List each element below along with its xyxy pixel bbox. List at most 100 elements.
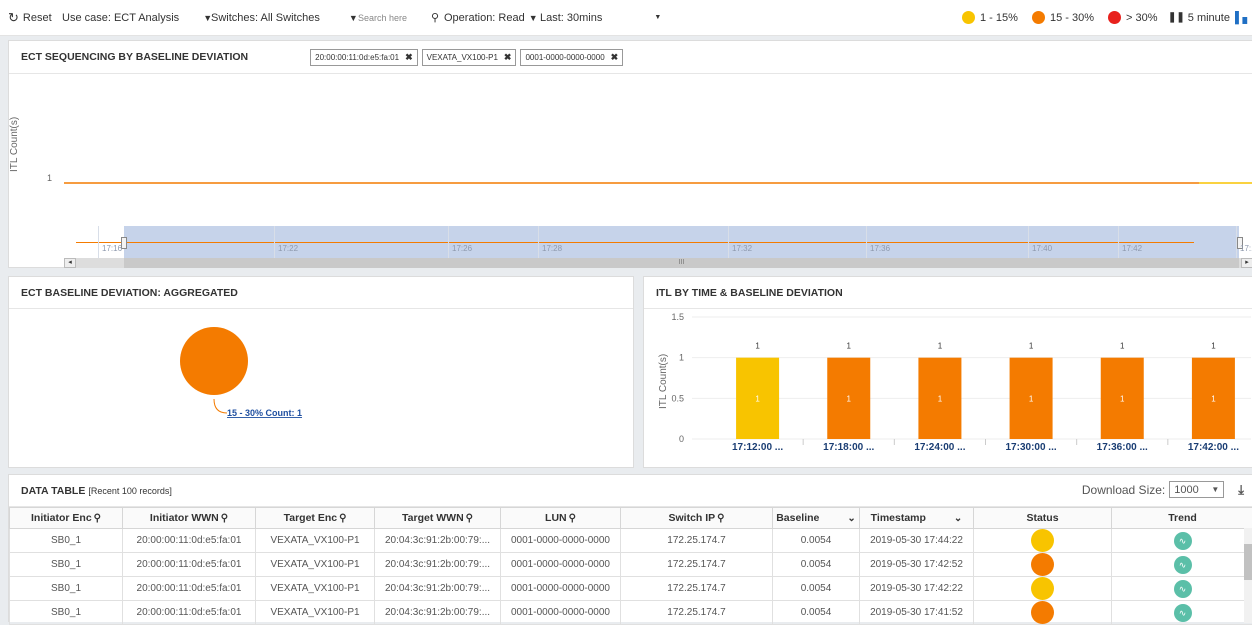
table-cell: 20:04:3c:91:2b:00:79:... <box>375 601 501 625</box>
table-cell: VEXATA_VX100-P1 <box>256 577 375 601</box>
navigator-scrollbar[interactable]: ◂ III ▸ <box>64 258 1252 268</box>
status-cell <box>974 529 1112 553</box>
column-header-label: Target WWN <box>402 512 464 524</box>
filter-chip-lun[interactable]: 0001-0000-0000-0000✖ <box>520 49 623 66</box>
scroll-right-arrow[interactable]: ▸ <box>1241 258 1252 268</box>
refresh-icon: ↻ <box>8 10 19 26</box>
column-header-label: Target Enc <box>284 512 337 524</box>
navigator-tick-label: 17:40 <box>1032 244 1052 253</box>
table-cell: SB0_1 <box>10 553 123 577</box>
table-cell: 20:00:00:11:0d:e5:fa:01 <box>123 553 256 577</box>
bubble-label[interactable]: 15 - 30% Count: 1 <box>227 408 302 418</box>
close-icon[interactable]: ✖ <box>504 52 512 63</box>
itl-ylabel: ITL Count(s) <box>658 354 669 409</box>
filter-chip-target[interactable]: VEXATA_VX100-P1✖ <box>422 49 517 66</box>
navigator-tick-label: 17:36 <box>870 244 890 253</box>
table-row[interactable]: SB0_120:00:00:11:0d:e5:fa:01VEXATA_VX100… <box>10 553 1252 577</box>
navigator-tick-label: 17:26 <box>452 244 472 253</box>
column-header[interactable]: Baseline ⌄ <box>773 508 860 529</box>
top-toolbar: ↻ Reset Use case: ECT Analysis ▼ Switche… <box>0 0 1252 36</box>
column-header-label: Switch IP <box>668 512 715 524</box>
navigator-grid-line <box>1236 226 1237 258</box>
sequencing-title: ECT SEQUENCING BY BASELINE DEVIATION <box>21 51 248 63</box>
itl-category-label: 17:30:00 ... <box>1006 442 1057 453</box>
download-size-select[interactable]: 1000 ▼ <box>1169 481 1224 498</box>
column-header[interactable]: Status <box>974 508 1112 529</box>
interval-toggle[interactable]: ❚❚ 5 minute ▌▖ <box>1168 0 1251 36</box>
data-table-header: DATA TABLE [Recent 100 records] Download… <box>9 475 1252 507</box>
table-scrollbar[interactable] <box>1244 528 1252 623</box>
status-cell <box>974 553 1112 577</box>
table-row[interactable]: SB0_120:00:00:11:0d:e5:fa:01VEXATA_VX100… <box>10 529 1252 553</box>
status-indicator <box>1031 577 1054 600</box>
search-icon[interactable]: ⚲ <box>339 513 346 524</box>
table-cell: 2019-05-30 17:42:52 <box>860 553 974 577</box>
itl-bar-data-label: 1 <box>938 342 943 351</box>
sort-chevron-icon[interactable]: ⌄ <box>847 513 855 524</box>
use-case-dropdown[interactable]: Use case: ECT Analysis ▼ <box>62 0 212 36</box>
trend-icon[interactable]: ∿ <box>1174 556 1192 574</box>
bubble-15-30[interactable] <box>180 327 248 395</box>
legend-1-15: 1 - 15% <box>962 0 1018 36</box>
download-icon[interactable]: ⤓ <box>1238 482 1244 498</box>
range-navigator[interactable]: 17:1617:2217:2617:2817:3217:3617:4017:42… <box>64 226 1252 258</box>
legend-15-30: 15 - 30% <box>1032 0 1094 36</box>
table-scroll-thumb[interactable] <box>1244 544 1252 580</box>
itl-ytick-label: 1.5 <box>671 312 684 322</box>
column-header[interactable]: Target Enc⚲ <box>256 508 375 529</box>
search-icon[interactable]: ⚲ <box>94 513 101 524</box>
last-dropdown[interactable]: Last: 30mins ▼ <box>540 0 661 36</box>
orange-dot-icon <box>1032 11 1045 24</box>
navigator-grid-line <box>274 226 275 258</box>
navigator-tick-label: 17:42 <box>1122 244 1142 253</box>
trend-icon[interactable]: ∿ <box>1174 532 1192 550</box>
column-header[interactable]: Trend <box>1112 508 1252 529</box>
filter-chips: 20:00:00:11:0d:e5:fa:01✖ VEXATA_VX100-P1… <box>310 49 627 66</box>
sort-chevron-icon[interactable]: ⌄ <box>954 513 962 524</box>
navigator-grid-line <box>728 226 729 258</box>
itl-ytick-label: 1 <box>679 353 684 363</box>
itl-category-label: 17:42:00 ... <box>1188 442 1239 453</box>
trend-cell: ∿ <box>1112 529 1252 553</box>
trend-cell: ∿ <box>1112 601 1252 625</box>
table-row[interactable]: SB0_120:00:00:11:0d:e5:fa:01VEXATA_VX100… <box>10 601 1252 625</box>
column-header[interactable]: Timestamp⌄ <box>860 508 974 529</box>
table-cell: 172.25.174.7 <box>621 601 773 625</box>
column-header[interactable]: LUN⚲ <box>501 508 621 529</box>
navigator-tick-label: 17:32 <box>732 244 752 253</box>
reset-button[interactable]: ↻ Reset <box>8 0 52 36</box>
column-header-label: Baseline <box>776 512 819 524</box>
table-cell: 0.0054 <box>773 601 860 625</box>
table-cell: 20:00:00:11:0d:e5:fa:01 <box>123 529 256 553</box>
trend-icon[interactable]: ∿ <box>1174 580 1192 598</box>
column-header[interactable]: Switch IP⚲ <box>621 508 773 529</box>
table-cell: 0001-0000-0000-0000 <box>501 553 621 577</box>
seq-ytick: 1 <box>47 173 52 183</box>
operation-dropdown[interactable]: Operation: Read ▼ <box>444 0 538 36</box>
search-icon[interactable]: ⚲ <box>466 513 473 524</box>
bar-chart-icon[interactable]: ▌▖ <box>1235 11 1251 24</box>
search-icon[interactable]: ⚲ <box>431 11 439 24</box>
scroll-thumb[interactable]: III <box>124 258 1239 268</box>
search-icon[interactable]: ⚲ <box>569 513 576 524</box>
search-icon[interactable]: ⚲ <box>221 513 228 524</box>
trend-icon[interactable]: ∿ <box>1174 604 1192 622</box>
column-header[interactable]: Initiator WWN⚲ <box>123 508 256 529</box>
table-cell: 0001-0000-0000-0000 <box>501 577 621 601</box>
scroll-left-arrow[interactable]: ◂ <box>64 258 76 268</box>
legend-over-30: > 30% <box>1108 0 1158 36</box>
column-header[interactable]: Initiator Enc⚲ <box>10 508 123 529</box>
itl-bar-data-label: 1 <box>755 342 760 351</box>
filter-chip-initiator[interactable]: 20:00:00:11:0d:e5:fa:01✖ <box>310 49 417 66</box>
itl-category-label: 17:12:00 ... <box>732 442 783 453</box>
column-header[interactable]: Target WWN⚲ <box>375 508 501 529</box>
search-input[interactable]: Search here ⚲ <box>358 0 439 36</box>
close-icon[interactable]: ✖ <box>405 52 413 63</box>
close-icon[interactable]: ✖ <box>611 52 619 63</box>
table-row[interactable]: SB0_120:00:00:11:0d:e5:fa:01VEXATA_VX100… <box>10 577 1252 601</box>
search-icon[interactable]: ⚲ <box>717 513 724 524</box>
itl-bar-data-label: 1 <box>847 342 852 351</box>
data-table: Initiator Enc⚲Initiator WWN⚲Target Enc⚲T… <box>9 507 1252 625</box>
download-controls: Download Size: 1000 ▼ ⤓ <box>1082 481 1244 498</box>
switches-dropdown[interactable]: Switches: All Switches ▼ <box>211 0 358 36</box>
